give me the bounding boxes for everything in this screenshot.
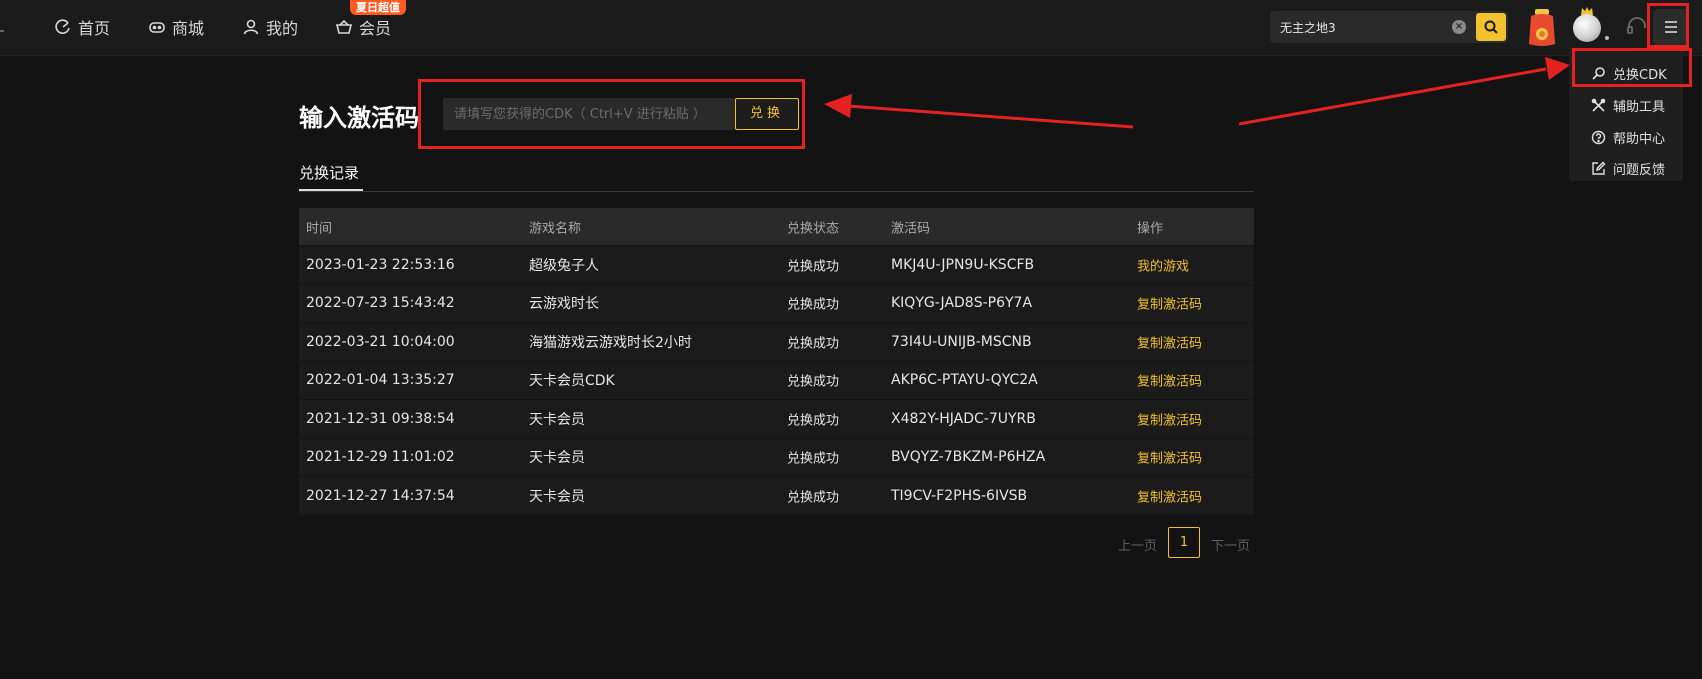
cell-code: KIQYG-JAD8S-P6Y7A (891, 295, 1033, 312)
nav-home[interactable]: 首页 (54, 16, 110, 38)
copy-code-link[interactable]: 复制激活码 (1137, 294, 1202, 313)
nav-store-label: 商城 (172, 19, 205, 38)
avatar-status-dot (1605, 36, 1609, 40)
cell-time: 2022-01-04 13:35:27 (306, 372, 455, 389)
avatar[interactable] (1573, 14, 1601, 42)
nav-store[interactable]: 商城 (148, 16, 204, 38)
menu-item-help[interactable]: 帮助中心 (1591, 128, 1665, 147)
cell-code: X482Y-HJADC-7UYRB (891, 410, 1036, 427)
edit-icon (1592, 161, 1606, 175)
cell-status: 兑换成功 (787, 451, 840, 467)
copy-code-link[interactable]: 复制激活码 (1137, 448, 1202, 467)
user-icon (243, 19, 259, 35)
table-row: 2023-01-23 22:53:16 超级兔子人 兑换成功 MKJ4U-JPN… (299, 245, 1254, 284)
cell-game: 天卡会员 (529, 450, 585, 467)
gamepad-icon (149, 22, 165, 33)
header-status: 兑换状态 (787, 221, 840, 236)
search-input[interactable]: 无主之地3 (1280, 19, 1336, 36)
copy-code-link[interactable]: 复制激活码 (1137, 332, 1202, 351)
copy-code-link[interactable]: 复制激活码 (1137, 371, 1202, 390)
header-op: 操作 (1137, 221, 1164, 236)
search-icon (1484, 20, 1498, 34)
nav-vip-label: 会员 (359, 19, 392, 38)
prev-page-button[interactable]: 上一页 (1118, 535, 1157, 554)
menu-item-label: 问题反馈 (1613, 163, 1666, 178)
table-header: 时间 游戏名称 兑换状态 激活码 操作 (299, 208, 1254, 245)
headset-icon[interactable] (1626, 15, 1648, 37)
table-row: 2022-01-04 13:35:27 天卡会员CDK 兑换成功 AKP6C-P… (299, 360, 1254, 399)
cell-code: TI9CV-F2PHS-6IVSB (891, 487, 1028, 504)
cell-code: AKP6C-PTAYU-QYC2A (891, 372, 1038, 389)
copy-code-link[interactable]: 复制激活码 (1137, 409, 1202, 428)
cell-game: 海猫游戏云游戏时长2小时 (529, 334, 692, 351)
cell-game: 超级兔子人 (529, 257, 599, 274)
menu-item-label: 帮助中心 (1613, 132, 1666, 147)
arrow-to-input (824, 94, 1134, 129)
basket-icon (335, 19, 353, 34)
menu-item-label: 辅助工具 (1613, 100, 1666, 115)
cell-game: 云游戏时长 (529, 296, 599, 313)
page-number-button[interactable]: 1 (1168, 527, 1200, 558)
search-button[interactable] (1476, 13, 1506, 41)
home-icon (55, 19, 70, 34)
next-page-button[interactable]: 下一页 (1211, 535, 1250, 554)
cell-code: BVQYZ-7BKZM-P6HZA (891, 449, 1046, 466)
cell-status: 兑换成功 (787, 490, 840, 506)
cell-status: 兑换成功 (787, 259, 840, 275)
copy-code-link[interactable]: 复制激活码 (1137, 486, 1202, 505)
promo-badge: 夏日超值 (350, 0, 406, 15)
header-time: 时间 (306, 221, 333, 236)
gift-bag-icon[interactable] (1527, 8, 1557, 48)
cell-code: 73I4U-UNIJB-MSCNB (891, 333, 1032, 350)
header-game: 游戏名称 (529, 221, 582, 236)
cell-time: 2022-07-23 15:43:42 (306, 295, 455, 312)
nav-mine[interactable]: 我的 (242, 16, 298, 38)
table-row: 2021-12-29 11:01:02 天卡会员 兑换成功 BVQYZ-7BKZ… (299, 437, 1254, 476)
cell-time: 2022-03-21 10:04:00 (306, 333, 455, 350)
tab-divider (299, 191, 1254, 192)
page-title: 输入激活码 (299, 104, 419, 132)
nav-vip[interactable]: 会员 (335, 16, 391, 38)
cell-status: 兑换成功 (787, 336, 840, 352)
table-row: 2021-12-27 14:37:54 天卡会员 兑换成功 TI9CV-F2PH… (299, 476, 1254, 515)
highlight-redeem-cdk (1572, 48, 1692, 87)
nav-mine-label: 我的 (266, 19, 299, 38)
edge-marker (0, 30, 4, 32)
clear-icon[interactable]: × (1452, 20, 1466, 34)
cell-code: MKJ4U-JPN9U-KSCFB (891, 256, 1035, 273)
tab-redeem-record[interactable]: 兑换记录 (299, 162, 359, 183)
top-bar: 首页 商城 我的 会员 夏日超值 无主之地3 × (0, 0, 1702, 56)
cell-time: 2021-12-31 09:38:54 (306, 410, 455, 427)
highlight-redeem-input (418, 79, 805, 149)
cell-game: 天卡会员CDK (529, 373, 615, 390)
cell-time: 2021-12-27 14:37:54 (306, 487, 455, 504)
arrow-to-menu (1238, 57, 1570, 126)
nav-home-label: 首页 (78, 19, 111, 38)
cell-game: 天卡会员 (529, 411, 585, 428)
cell-game: 天卡会员 (529, 488, 585, 505)
cell-status: 兑换成功 (787, 413, 840, 429)
help-icon (1591, 130, 1606, 145)
cell-time: 2023-01-23 22:53:16 (306, 256, 455, 273)
header-code: 激活码 (891, 221, 931, 236)
table-row: 2021-12-31 09:38:54 天卡会员 兑换成功 X482Y-HJAD… (299, 399, 1254, 438)
my-games-link[interactable]: 我的游戏 (1137, 255, 1189, 274)
redeem-record-table: 时间 游戏名称 兑换状态 激活码 操作 2023-01-23 22:53:16 … (299, 208, 1254, 515)
menu-item-tools[interactable]: 辅助工具 (1591, 96, 1665, 115)
cell-time: 2021-12-29 11:01:02 (306, 449, 455, 466)
highlight-menu-button (1647, 3, 1689, 48)
table-row: 2022-07-23 15:43:42 云游戏时长 兑换成功 KIQYG-JAD… (299, 283, 1254, 322)
table-row: 2022-03-21 10:04:00 海猫游戏云游戏时长2小时 兑换成功 73… (299, 322, 1254, 361)
cell-status: 兑换成功 (787, 374, 840, 390)
cell-status: 兑换成功 (787, 297, 840, 313)
tools-icon (1591, 98, 1606, 112)
menu-item-feedback[interactable]: 问题反馈 (1591, 159, 1665, 178)
search-box[interactable]: 无主之地3 × (1270, 11, 1508, 43)
